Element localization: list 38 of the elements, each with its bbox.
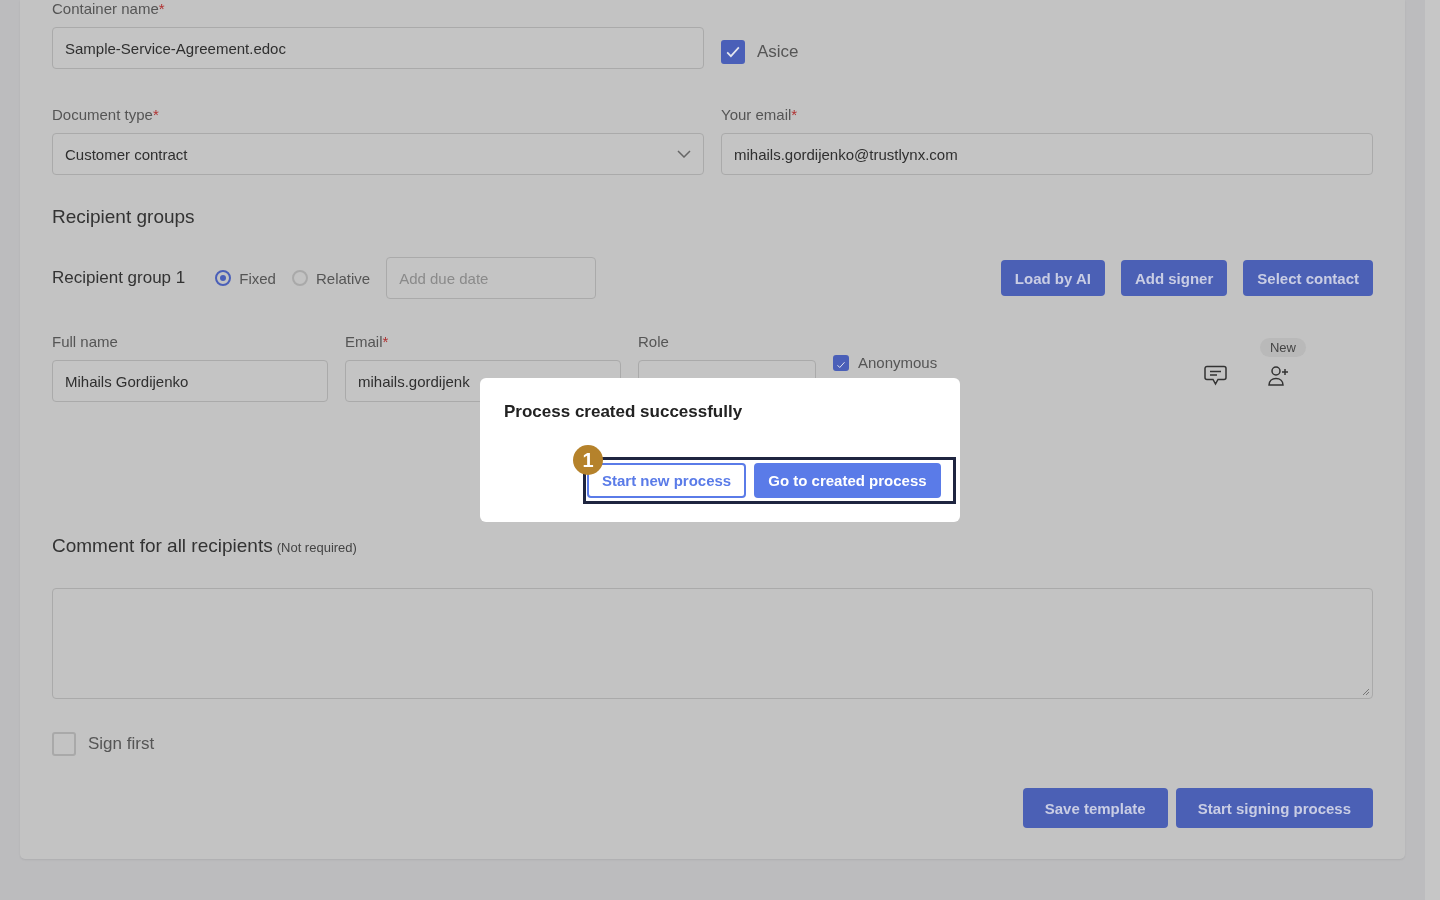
section-title: Recipient groups — [52, 206, 196, 228]
date-field[interactable]: Add due date — [386, 257, 597, 299]
checkbox[interactable] — [721, 40, 745, 64]
dialog-button[interactable]: Go to created process — [754, 463, 941, 498]
action-button[interactable]: Add signer — [1120, 260, 1228, 296]
add-user-icon[interactable] — [1268, 365, 1291, 386]
action-button[interactable]: Load by AI — [1000, 260, 1105, 296]
step-badge: 1 — [573, 445, 603, 475]
chat-bubble-icon[interactable] — [1204, 365, 1227, 386]
checkbox[interactable] — [52, 732, 76, 756]
dialog-title: Process created successfully — [504, 402, 743, 422]
checkbox-label: Anonymous — [858, 354, 938, 371]
input-field[interactable]: Mihails Gordijenko — [52, 360, 328, 402]
field-label: Container name* — [52, 0, 166, 17]
input-field[interactable]: Sample-Service-Agreement.edoc — [52, 27, 704, 69]
group-label: Recipient group 1 — [52, 268, 186, 288]
new-badge: New — [1260, 338, 1306, 357]
hint-text: (Not required) — [276, 540, 357, 555]
chevron-down-icon — [677, 150, 691, 158]
field-label: Document type* — [52, 106, 160, 123]
input-field[interactable]: mihails.gordijenko@trustlynx.com — [721, 133, 1373, 175]
field-label: Full name — [52, 333, 119, 350]
section-title: Comment for all recipients — [52, 535, 273, 557]
action-button[interactable]: Start signing process — [1175, 788, 1373, 828]
action-button[interactable]: Select contact — [1243, 260, 1373, 296]
radio-label: Relative — [315, 269, 371, 287]
checkbox[interactable] — [833, 354, 849, 371]
radio-label: Fixed — [239, 269, 276, 287]
checkbox-label: Asice — [757, 42, 799, 62]
field-label: Email* — [345, 333, 390, 350]
resize-grip-icon[interactable] — [1362, 688, 1370, 696]
action-button[interactable]: Save template — [1022, 788, 1168, 828]
checkbox-label: Sign first — [88, 734, 155, 754]
radio-button[interactable] — [215, 270, 232, 286]
select-field[interactable]: Customer contract — [52, 133, 704, 175]
field-label: Role — [638, 333, 670, 350]
field-label: Your email* — [721, 106, 799, 123]
radio-button[interactable] — [291, 270, 308, 286]
